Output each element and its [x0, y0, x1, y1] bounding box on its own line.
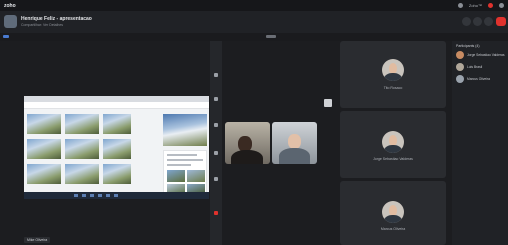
share-button[interactable] [484, 17, 493, 26]
record-icon[interactable] [488, 3, 493, 8]
app-brand: zoho [4, 2, 16, 9]
image-result[interactable] [27, 139, 61, 159]
tool-icon[interactable] [214, 177, 218, 181]
tool-icon[interactable] [214, 73, 218, 77]
avatar [382, 201, 404, 223]
shared-screen [24, 96, 209, 199]
pin-icon[interactable] [324, 99, 332, 107]
preview-details-panel [163, 150, 207, 196]
status-text: Zoho™ [468, 3, 482, 8]
image-preview [163, 114, 207, 146]
layout-toggle[interactable] [266, 35, 276, 38]
participants-panel: Participants (4) Jorge Sebastiao Valdera… [452, 41, 508, 245]
mic-button[interactable] [462, 17, 471, 26]
tile-name: Marcus Oliveira [380, 227, 406, 231]
participant-name: Jorge Sebastiao Valderas [467, 53, 505, 57]
participant-name: Luis Brasil [467, 65, 483, 69]
participants-heading: Participants (4) [456, 44, 480, 48]
participant-name: Marcus Oliveira [467, 77, 490, 81]
image-result[interactable] [65, 114, 99, 134]
tool-icon[interactable] [214, 151, 218, 155]
tile-name: Jorge Sebastiao Valderas [373, 157, 413, 161]
avatar [456, 51, 464, 59]
image-result[interactable] [27, 164, 61, 184]
image-result[interactable] [103, 164, 131, 184]
top-bar-right: Zoho™ [457, 3, 504, 8]
video-tile-camera-2[interactable] [272, 122, 317, 164]
avatar [456, 63, 464, 71]
host-avatar [4, 15, 17, 28]
tile-name: Tito Rosaco [383, 86, 403, 90]
participant-row[interactable]: Jorge Sebastiao Valderas [456, 51, 506, 60]
meeting-subtitle[interactable]: Compartilhar: Ver Detalhes [21, 23, 63, 27]
image-result[interactable] [65, 164, 99, 184]
video-tile-camera-1[interactable] [225, 122, 270, 164]
side-toolbar [210, 41, 222, 245]
participant-row[interactable]: Marcus Oliveira [456, 75, 506, 84]
image-result[interactable] [103, 114, 131, 134]
tool-icon[interactable] [214, 97, 218, 101]
tool-icon[interactable] [214, 123, 218, 127]
meeting-window: zoho Zoho™ Henrique Feliz - apresentacao… [0, 0, 508, 245]
meeting-header: Henrique Feliz - apresentacao Compartilh… [0, 11, 508, 33]
meeting-title: Henrique Feliz - apresentacao [21, 16, 92, 22]
image-result[interactable] [103, 139, 131, 159]
stop-share-icon[interactable] [214, 211, 218, 215]
video-tile-participant[interactable]: Marcus Oliveira [340, 181, 446, 245]
video-tile-participant[interactable]: Tito Rosaco [340, 41, 446, 108]
camera-button[interactable] [473, 17, 482, 26]
user-icon[interactable] [499, 3, 504, 8]
avatar [382, 59, 404, 81]
participant-row[interactable]: Luis Brasil [456, 63, 506, 72]
browser-addressbar [24, 102, 209, 109]
settings-icon[interactable] [457, 3, 463, 8]
image-result[interactable] [65, 139, 99, 159]
leave-button[interactable] [496, 17, 506, 26]
shared-taskbar [24, 192, 209, 199]
avatar [382, 131, 404, 153]
image-result[interactable] [27, 114, 61, 134]
view-icon[interactable] [3, 35, 9, 38]
avatar [456, 75, 464, 83]
top-bar: zoho Zoho™ [0, 0, 508, 11]
presenter-label: Mike Oliveira [24, 237, 51, 243]
video-tile-participant[interactable]: Jorge Sebastiao Valderas [340, 111, 446, 178]
layout-toolbar [0, 33, 508, 41]
